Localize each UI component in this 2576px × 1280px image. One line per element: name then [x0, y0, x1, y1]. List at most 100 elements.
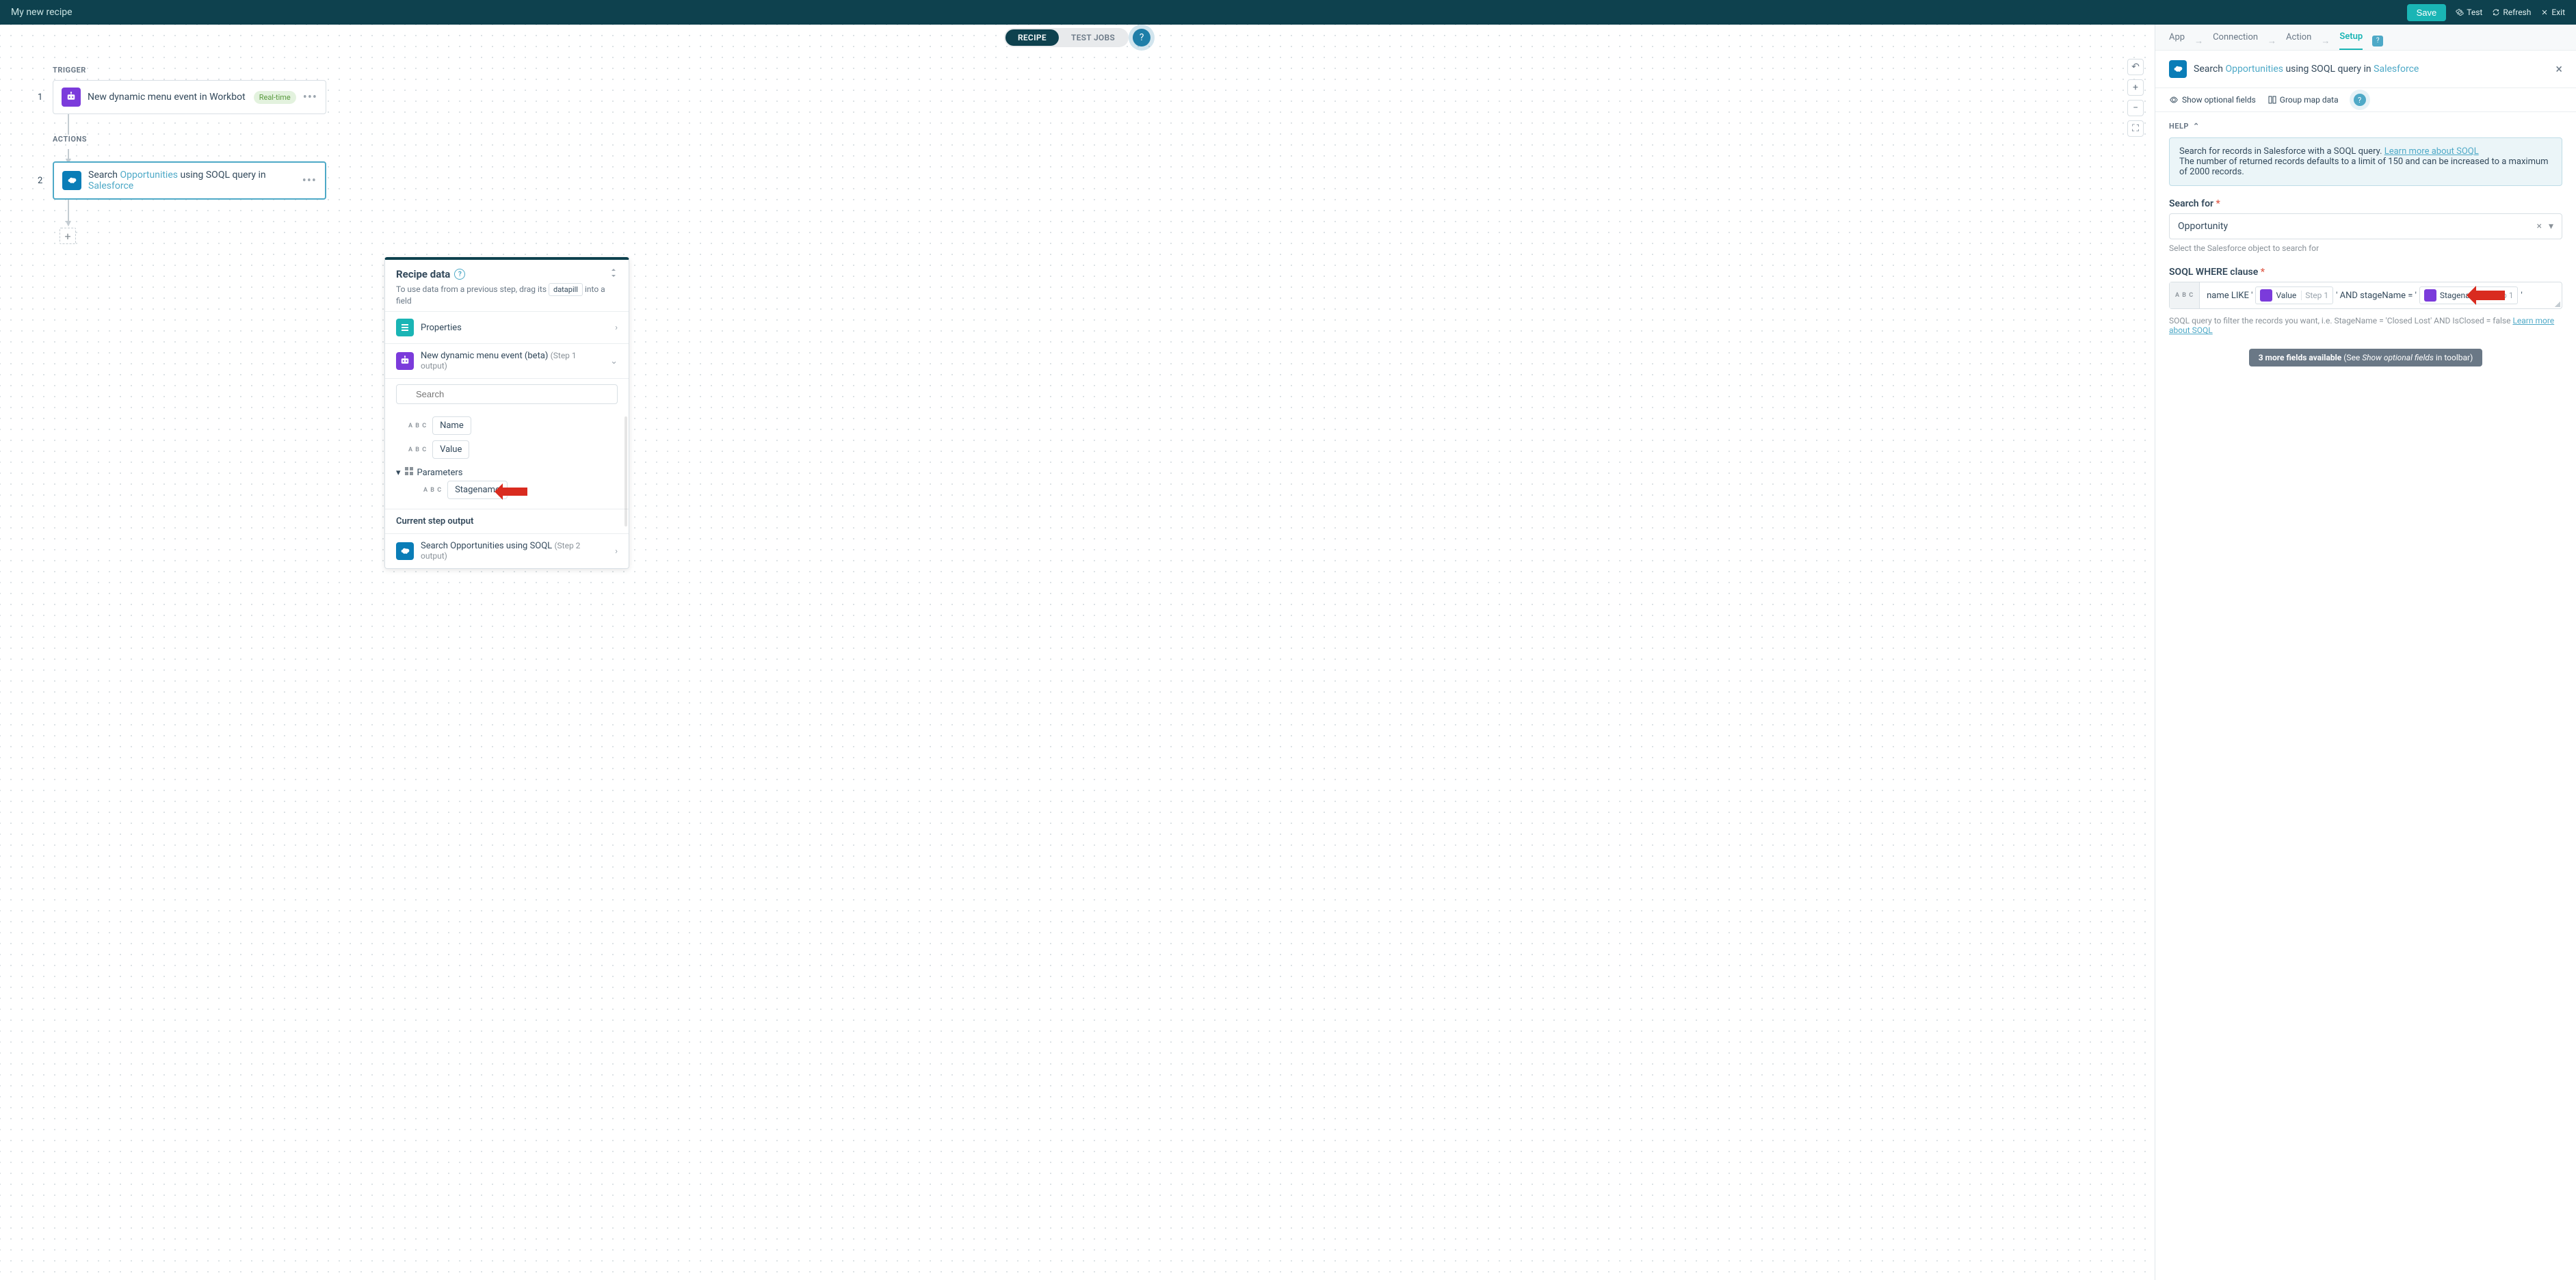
step-2-menu-icon[interactable]: •••: [302, 174, 317, 188]
resize-handle-icon[interactable]: [2555, 302, 2560, 307]
datapill-search: [385, 378, 629, 410]
datapill-name[interactable]: Name: [432, 416, 471, 435]
actions-label: ACTIONS: [53, 135, 326, 144]
type-tag: A B C: [408, 423, 427, 429]
step-title-row: Search Opportunities using SOQL query in…: [2155, 51, 2576, 88]
config-tabs: App → Connection → Action → Setup ?: [2155, 25, 2576, 51]
properties-section[interactable]: Properties ›: [385, 311, 629, 343]
salesforce-icon: [396, 542, 414, 560]
config-body: HELP ⌃ Search for records in Salesforce …: [2155, 112, 2576, 1280]
step-1-number: 1: [38, 92, 43, 103]
help-icon[interactable]: ?: [1133, 29, 1151, 46]
help-icon[interactable]: ?: [454, 269, 465, 280]
realtime-badge: Real-time: [254, 91, 296, 104]
header-actions: Save Test Refresh Exit: [2407, 4, 2565, 21]
help-icon[interactable]: ?: [2354, 94, 2366, 106]
add-step-button[interactable]: +: [60, 228, 76, 244]
recipe-data-panel: Recipe data ? To use data from a previou…: [384, 257, 629, 569]
zoom-out-icon[interactable]: −: [2127, 100, 2144, 116]
refresh-button[interactable]: Refresh: [2492, 8, 2531, 17]
show-optional-button[interactable]: Show optional fields: [2169, 95, 2256, 105]
search-for-select[interactable]: Opportunity × ▾: [2169, 213, 2562, 239]
gear-icon: [2456, 8, 2464, 16]
resize-icon[interactable]: [609, 268, 618, 280]
step-1-text: New dynamic menu event in Workbot: [88, 92, 247, 103]
step-1-row: 1 New dynamic menu event in Workbot Real…: [38, 80, 326, 114]
save-button[interactable]: Save: [2407, 4, 2447, 21]
page-title: My new recipe: [11, 7, 73, 18]
help-toggle[interactable]: HELP ⌃: [2169, 122, 2562, 131]
chevron-up-icon: ⌃: [2193, 122, 2200, 131]
tab-test-jobs[interactable]: TEST JOBS: [1059, 29, 1127, 46]
parameters-group[interactable]: ▾ Parameters: [396, 467, 618, 478]
tab-connection[interactable]: Connection: [2213, 32, 2258, 49]
scrollbar[interactable]: [625, 416, 627, 526]
where-clause-field: SOQL WHERE clause * A B C name LIKE ' Va…: [2169, 267, 2562, 335]
datapill-value[interactable]: Value Step 1: [2255, 286, 2333, 304]
group-map-button[interactable]: Group map data: [2268, 95, 2339, 105]
undo-icon[interactable]: ↶: [2127, 59, 2144, 75]
step-2-card[interactable]: Search Opportunities using SOQL query in…: [53, 161, 326, 200]
salesforce-icon: [62, 171, 81, 190]
test-button[interactable]: Test: [2456, 8, 2482, 17]
tab-action[interactable]: Action: [2286, 32, 2311, 49]
trigger-label: TRIGGER: [53, 66, 326, 75]
workbot-icon: [396, 352, 414, 370]
tab-app[interactable]: App: [2169, 32, 2185, 49]
refresh-icon: [2492, 8, 2500, 16]
caret-down-icon: ▾: [396, 468, 401, 478]
canvas-controls: ↶ + − ⛶: [2127, 59, 2144, 137]
step-2-row: 2 Search Opportunities using SOQL query …: [38, 161, 326, 200]
step-1-menu-icon[interactable]: •••: [303, 90, 317, 105]
chevron-right-icon: ›: [615, 323, 618, 333]
arrow-right-icon: →: [2194, 36, 2203, 46]
close-icon: [2540, 8, 2549, 16]
tab-setup[interactable]: Setup: [2339, 31, 2363, 50]
type-tag: A B C: [2170, 282, 2200, 308]
chevron-down-icon: ⌄: [610, 356, 618, 366]
properties-icon: [396, 319, 414, 336]
columns-icon: [2268, 96, 2276, 104]
arrow-right-icon: →: [2321, 36, 2330, 46]
search-for-field: Search for * Opportunity × ▾ Select the …: [2169, 198, 2562, 253]
more-fields-notice: 3 more fields available (See Show option…: [2169, 349, 2562, 366]
salesforce-icon: [2169, 60, 2187, 78]
help-info-box: Search for records in Salesforce with a …: [2169, 137, 2562, 186]
view-tabs: RECIPE TEST JOBS ?: [1004, 28, 1151, 47]
workbot-icon: [62, 88, 81, 107]
step2-output-section[interactable]: Search Opportunities using SOQL (Step 2 …: [385, 533, 629, 568]
tab-recipe[interactable]: RECIPE: [1006, 29, 1059, 46]
type-tag: A B C: [408, 446, 427, 453]
config-toolbar: Show optional fields Group map data ?: [2155, 88, 2576, 112]
workbot-icon: [2424, 289, 2436, 302]
config-panel: App → Connection → Action → Setup ? Sear…: [2155, 25, 2576, 1280]
recipe-data-subtitle: To use data from a previous step, drag i…: [396, 283, 618, 306]
close-icon[interactable]: ×: [2555, 62, 2562, 77]
help-icon[interactable]: ?: [2372, 36, 2383, 46]
step-2-text: Search Opportunities using SOQL query in…: [88, 170, 295, 191]
chevron-down-icon[interactable]: ▾: [2549, 221, 2553, 232]
workbot-icon: [2260, 289, 2272, 302]
trigger-output-section[interactable]: New dynamic menu event (beta) (Step 1 ou…: [385, 343, 629, 378]
datapill-value[interactable]: Value: [432, 440, 469, 459]
zoom-in-icon[interactable]: +: [2127, 79, 2144, 96]
search-input[interactable]: [396, 384, 618, 404]
datapill-tree: A B C Name A B C Value ▾ Parameters A B …: [385, 410, 629, 533]
fit-icon[interactable]: ⛶: [2127, 120, 2144, 137]
red-arrow-annotation: [495, 483, 527, 500]
recipe-canvas[interactable]: RECIPE TEST JOBS ? ↶ + − ⛶ TRIGGER 1 New…: [0, 25, 2155, 1280]
type-tag: A B C: [423, 487, 442, 494]
chevron-right-icon: ›: [615, 546, 618, 557]
app-header: My new recipe Save Test Refresh Exit: [0, 0, 2576, 25]
arrow-right-icon: →: [2268, 36, 2276, 46]
current-step-label: Current step output: [385, 509, 629, 526]
connector: [68, 114, 69, 135]
clear-icon[interactable]: ×: [2536, 221, 2541, 232]
step-2-number: 2: [38, 176, 43, 186]
step-1-card[interactable]: New dynamic menu event in Workbot Real-t…: [53, 80, 326, 114]
eye-icon: [2169, 95, 2179, 105]
step-title: Search Opportunities using SOQL query in…: [2194, 64, 2419, 75]
exit-button[interactable]: Exit: [2540, 8, 2565, 17]
flow-diagram: TRIGGER 1 New dynamic menu event in Work…: [38, 66, 326, 244]
recipe-data-title: Recipe data ?: [396, 268, 465, 280]
